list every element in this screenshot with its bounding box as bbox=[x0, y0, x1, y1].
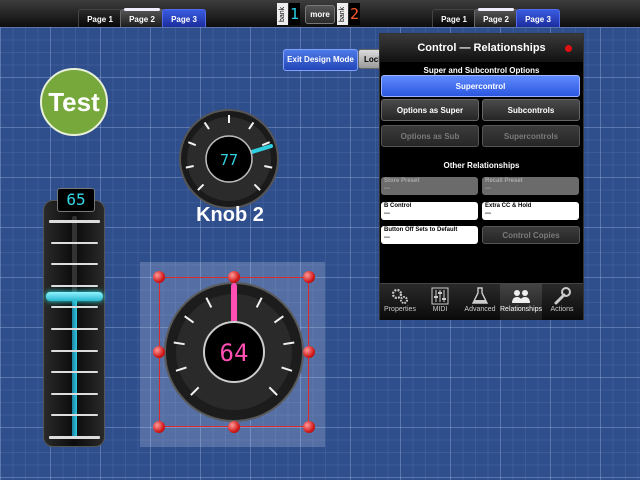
bank-left-label: bank bbox=[277, 3, 288, 25]
subcontrols-button[interactable]: Subcontrols bbox=[482, 99, 580, 121]
sliders-icon bbox=[431, 287, 449, 305]
options-as-sub-button[interactable]: Options as Sub bbox=[381, 125, 479, 147]
resize-handle-bottom[interactable] bbox=[228, 421, 240, 433]
resize-handle-top-right[interactable] bbox=[303, 271, 315, 283]
fader-tick bbox=[51, 371, 98, 374]
button-off-default-field[interactable]: Button Off Sets to Default --- bbox=[381, 226, 478, 244]
extra-cc-hold-label: Extra CC & Hold bbox=[485, 203, 532, 209]
record-indicator-icon bbox=[565, 45, 572, 52]
gears-icon bbox=[391, 288, 408, 304]
more-button[interactable]: more bbox=[305, 5, 335, 24]
extra-cc-hold-value: --- bbox=[485, 211, 491, 217]
tab-left-page-3[interactable]: Page 3 bbox=[162, 9, 206, 28]
fader-tick bbox=[51, 349, 98, 352]
tab-relationships-label: Relationships bbox=[500, 306, 543, 313]
panel-tab-bar: Properties MIDI Advanced Relationships A… bbox=[380, 283, 583, 320]
fader-fill bbox=[72, 295, 77, 438]
fader-tick bbox=[49, 220, 100, 223]
store-preset-value: --- bbox=[384, 186, 390, 192]
resize-handle-bottom-left[interactable] bbox=[153, 421, 165, 433]
supercontrols-button[interactable]: Supercontrols bbox=[482, 125, 580, 147]
resize-handle-left[interactable] bbox=[153, 346, 165, 358]
fader-tick bbox=[51, 284, 98, 287]
tab-properties[interactable]: Properties bbox=[380, 284, 420, 320]
resize-handle-right[interactable] bbox=[303, 346, 315, 358]
knob-2-value: 77 bbox=[220, 151, 238, 169]
tab-midi[interactable]: MIDI bbox=[420, 284, 460, 320]
knob-2[interactable]: 77 bbox=[178, 108, 280, 210]
fader-tick bbox=[51, 328, 98, 330]
resize-handle-top[interactable] bbox=[228, 271, 240, 283]
panel-title: Control — Relationships bbox=[380, 34, 583, 62]
fader-tick bbox=[49, 436, 100, 439]
top-bar: Page 1 Page 2 Page 3 bank 1 more bank 2 … bbox=[0, 0, 640, 28]
tab-left-page-2[interactable]: Page 2 bbox=[120, 8, 164, 28]
b-control-field[interactable]: B Control --- bbox=[381, 202, 478, 220]
recall-preset-value: --- bbox=[485, 186, 491, 192]
tab-right-page-1[interactable]: Page 1 bbox=[432, 9, 476, 28]
tab-midi-label: MIDI bbox=[432, 306, 448, 313]
tab-right-page-3[interactable]: Page 3 bbox=[516, 9, 560, 28]
tab-actions-label: Actions bbox=[550, 306, 574, 313]
bank-left-number: 1 bbox=[289, 3, 300, 25]
section-other-relationships: Other Relationships bbox=[443, 161, 520, 170]
control-copies-button[interactable]: Control Copies bbox=[482, 226, 580, 244]
selection-rect bbox=[159, 277, 309, 427]
fader-value: 65 bbox=[57, 188, 95, 212]
resize-handle-top-left[interactable] bbox=[153, 271, 165, 283]
store-preset-label: Store Preset bbox=[384, 178, 420, 184]
flask-icon bbox=[471, 287, 489, 304]
recall-preset-label: Recall Preset bbox=[485, 178, 523, 184]
bank-right-label: bank bbox=[337, 3, 348, 25]
tab-right-page-2[interactable]: Page 2 bbox=[474, 8, 518, 28]
extra-cc-hold-field[interactable]: Extra CC & Hold --- bbox=[482, 202, 579, 220]
b-control-label: B Control bbox=[384, 203, 412, 209]
button-off-default-value: --- bbox=[384, 235, 390, 241]
resize-handle-bottom-right[interactable] bbox=[303, 421, 315, 433]
tab-advanced[interactable]: Advanced bbox=[460, 284, 500, 320]
people-icon bbox=[512, 290, 530, 303]
fader-thumb[interactable] bbox=[46, 291, 103, 301]
fader-tick bbox=[51, 263, 98, 266]
exit-design-mode-button[interactable]: Exit Design Mode bbox=[283, 49, 358, 71]
fader-tick bbox=[51, 392, 98, 395]
recall-preset-field[interactable]: Recall Preset --- bbox=[482, 177, 579, 195]
tab-relationships[interactable]: Relationships bbox=[500, 284, 542, 320]
fader-tick bbox=[51, 241, 98, 244]
store-preset-field[interactable]: Store Preset --- bbox=[381, 177, 478, 195]
button-off-default-label: Button Off Sets to Default bbox=[384, 227, 458, 233]
bank-right-number: 2 bbox=[349, 3, 360, 25]
tab-advanced-label: Advanced bbox=[464, 306, 496, 313]
tab-actions[interactable]: Actions bbox=[542, 284, 582, 320]
section-super-sub: Super and Subcontrol Options bbox=[423, 66, 540, 75]
knob-2-label: Knob 2 bbox=[196, 204, 264, 226]
options-as-super-button[interactable]: Options as Super bbox=[381, 99, 479, 121]
test-button[interactable]: Test bbox=[40, 68, 108, 136]
supercontrol-button[interactable]: Supercontrol bbox=[381, 75, 580, 97]
tab-properties-label: Properties bbox=[384, 306, 416, 313]
relationships-panel: Control — Relationships Super and Subcon… bbox=[379, 33, 584, 320]
b-control-value: --- bbox=[384, 211, 390, 217]
tab-left-page-1[interactable]: Page 1 bbox=[78, 9, 122, 28]
wrench-icon bbox=[554, 287, 571, 305]
